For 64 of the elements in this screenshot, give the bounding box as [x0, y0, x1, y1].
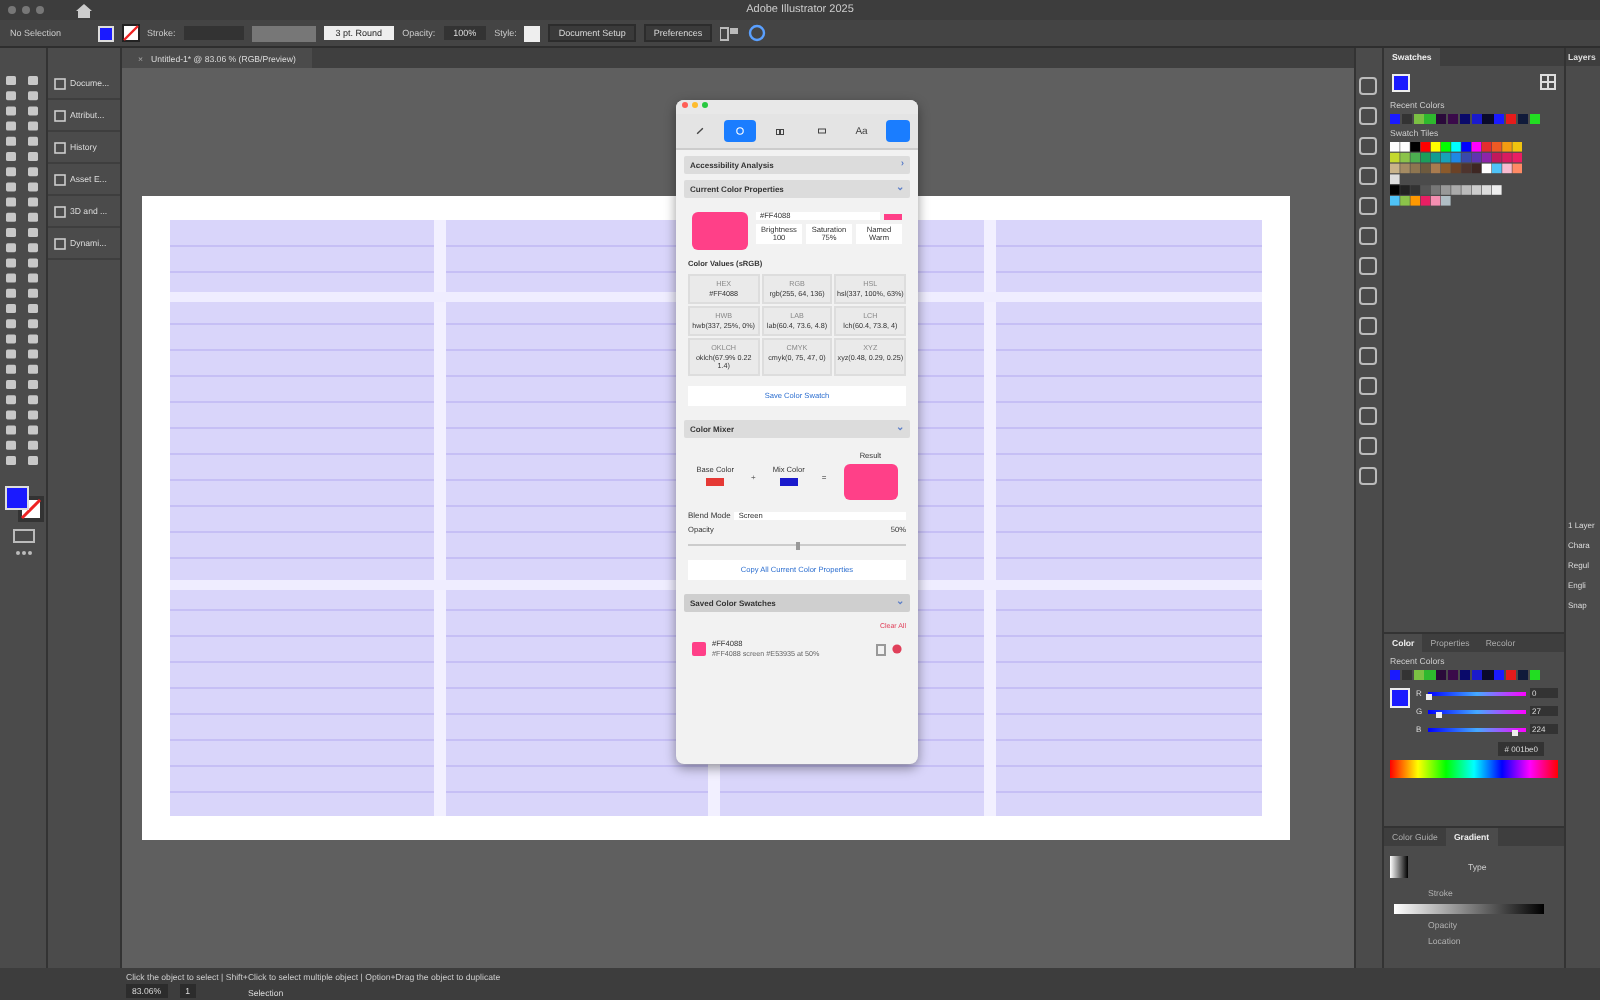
more-tools-icon[interactable]: [13, 550, 33, 556]
color-swatch[interactable]: [1401, 670, 1413, 680]
color-swatch[interactable]: [1494, 114, 1505, 124]
close-window-icon[interactable]: [682, 102, 688, 108]
color-swatch[interactable]: [1505, 670, 1517, 680]
color-swatch[interactable]: [1505, 114, 1517, 124]
base-color-chip[interactable]: [706, 478, 725, 486]
color-swatch[interactable]: [1494, 670, 1505, 680]
delete-icon[interactable]: [892, 644, 902, 654]
color-swatch[interactable]: [1517, 114, 1529, 124]
color-swatch[interactable]: [1401, 114, 1413, 124]
square-icon[interactable]: [54, 141, 66, 153]
fill-color-swatch[interactable]: [1392, 74, 1410, 92]
gradient-preview: [1390, 856, 1408, 878]
slider-thumb[interactable]: [1435, 711, 1442, 717]
color-swatch[interactable]: [1390, 114, 1401, 124]
color-spectrum[interactable]: [1390, 760, 1558, 778]
color-swatch[interactable]: [1529, 670, 1540, 680]
minimize-window-icon[interactable]: [22, 6, 30, 14]
square-icon[interactable]: [54, 205, 66, 217]
screen-mode-icon[interactable]: [11, 528, 35, 544]
color-swatch[interactable]: [1390, 670, 1401, 680]
mix-color-chip[interactable]: [779, 478, 798, 486]
color-swatch[interactable]: [1424, 670, 1436, 680]
fill-swatch[interactable]: [97, 25, 114, 41]
style-swatch[interactable]: [524, 25, 541, 41]
pin-button[interactable]: [885, 120, 910, 142]
color-swatch[interactable]: [1447, 114, 1459, 124]
color-swatch[interactable]: [1459, 670, 1471, 680]
copy-icon[interactable]: [876, 643, 886, 655]
variable-width-field[interactable]: [251, 25, 316, 41]
two-panels-icon[interactable]: [776, 125, 785, 137]
square-icon[interactable]: [54, 77, 66, 89]
color-swatch[interactable]: [1517, 670, 1529, 680]
slider-thumb[interactable]: [1511, 729, 1518, 735]
color-swatch[interactable]: [1436, 670, 1447, 680]
cloud-icon[interactable]: [748, 24, 767, 42]
color-swatch[interactable]: [1471, 114, 1482, 124]
arrange-icon[interactable]: [720, 25, 741, 41]
grid-view-icon[interactable]: [1540, 74, 1556, 90]
home-icon[interactable]: [76, 3, 92, 17]
eyedropper-icon[interactable]: [696, 124, 704, 138]
color-swatch[interactable]: [1482, 114, 1494, 124]
rectangle-icon[interactable]: [817, 126, 826, 136]
color-swatch[interactable]: [1436, 114, 1447, 124]
circle-icon[interactable]: [736, 124, 745, 138]
fill-stroke-drawing[interactable]: [3, 486, 43, 522]
color-swatch[interactable]: [1413, 114, 1424, 124]
square-icon[interactable]: [54, 109, 66, 121]
square-icon[interactable]: [54, 173, 66, 185]
color-swatch[interactable]: [1482, 670, 1494, 680]
no-stroke-swatch[interactable]: [121, 24, 140, 42]
zoom-window-icon[interactable]: [36, 6, 44, 14]
color-swatch[interactable]: [1459, 114, 1471, 124]
color-swatch[interactable]: [1471, 670, 1482, 680]
close-window-icon[interactable]: [8, 6, 16, 14]
square-icon[interactable]: [54, 237, 66, 249]
slider-thumb[interactable]: [1425, 693, 1431, 699]
saved-color-chip[interactable]: [692, 642, 706, 656]
color-swatch[interactable]: [1424, 114, 1436, 124]
color-swatch[interactable]: [1413, 670, 1424, 680]
color-swatch[interactable]: [1447, 670, 1459, 680]
color-swatch[interactable]: [1529, 114, 1540, 124]
fill-color-swatch[interactable]: [1390, 688, 1410, 708]
